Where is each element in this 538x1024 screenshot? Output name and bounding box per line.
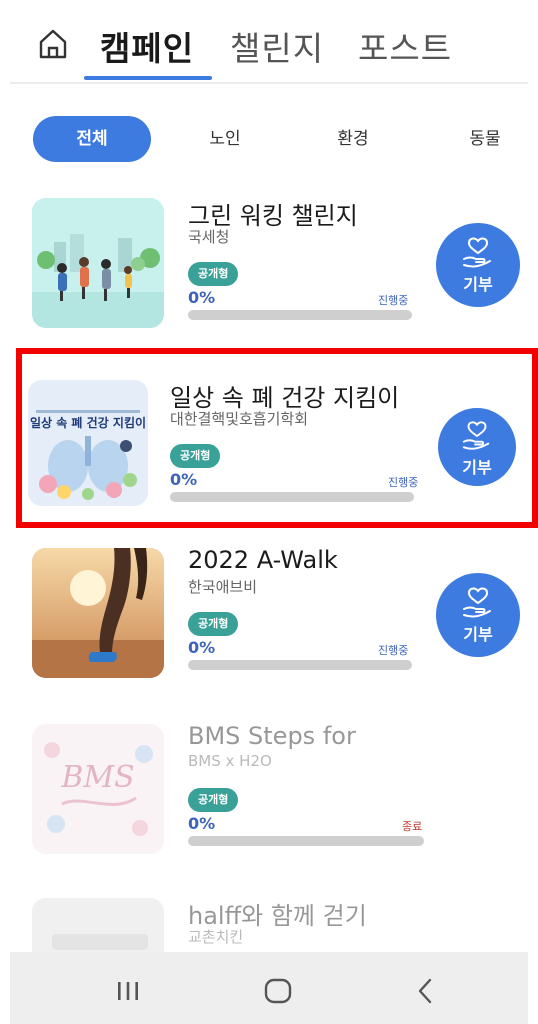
home-button-icon[interactable] <box>258 976 298 1006</box>
campaign-card-bms-steps[interactable]: BMS BMS Steps for BMS x H2O 공개형 0% 종료 <box>0 722 538 874</box>
active-tab-indicator <box>84 76 212 80</box>
campaign-organization: 교촌치킨 <box>188 928 244 946</box>
visibility-badge: 공개형 <box>188 788 239 812</box>
campaign-organization: 국세청 <box>188 228 230 246</box>
campaign-card-halff[interactable]: halff와 함께 걷기 교촌치킨 <box>0 898 538 952</box>
heart-hand-icon <box>463 587 491 618</box>
visibility-badge: 공개형 <box>188 262 239 286</box>
campaign-organization: 한국애브비 <box>188 578 258 596</box>
heart-hand-icon <box>463 237 491 268</box>
campaign-organization: BMS x H2O <box>188 752 272 770</box>
category-chip-environment[interactable]: 환경 <box>318 116 388 162</box>
campaign-title[interactable]: 2022 A-Walk <box>188 546 338 574</box>
donate-label: 기부 <box>463 625 493 644</box>
progress-bar <box>188 310 412 320</box>
campaign-card-green-walking[interactable]: 그린 워킹 챌린지 국세청 공개형 0% 진행중 기부 <box>0 198 538 348</box>
thumbnail-caption: BMS <box>61 760 135 795</box>
progress-bar <box>188 836 424 846</box>
donate-label: 기부 <box>463 275 493 294</box>
highlight-box <box>16 348 538 528</box>
top-header: 캠페인 챌린지 포스트 <box>0 0 538 84</box>
tab-campaign[interactable]: 캠페인 <box>100 22 194 70</box>
campaign-thumbnail <box>32 198 164 328</box>
campaign-card-a-walk[interactable]: 2022 A-Walk 한국애브비 공개형 0% 진행중 기부 <box>0 546 538 698</box>
campaign-title[interactable]: BMS Steps for <box>188 722 356 750</box>
donate-button[interactable]: 기부 <box>436 573 520 657</box>
recent-apps-icon[interactable] <box>108 976 148 1006</box>
campaign-status: 진행중 <box>378 644 409 657</box>
tab-post[interactable]: 포스트 <box>358 22 452 70</box>
system-navigation-bar <box>10 952 528 1024</box>
category-chip-elder[interactable]: 노인 <box>190 116 260 162</box>
progress-bar <box>188 660 412 670</box>
campaign-thumbnail: BMS <box>32 724 164 854</box>
header-divider <box>10 82 528 84</box>
progress-percent: 0% <box>188 288 216 307</box>
campaign-status: 종료 <box>402 820 423 833</box>
visibility-badge: 공개형 <box>188 612 239 636</box>
campaign-thumbnail <box>32 548 164 678</box>
tab-challenge[interactable]: 챌린지 <box>230 22 324 70</box>
category-chip-animal[interactable]: 동물 <box>450 116 520 162</box>
campaign-thumbnail <box>32 898 164 952</box>
progress-percent: 0% <box>188 638 216 657</box>
back-icon[interactable] <box>406 976 446 1006</box>
campaign-status: 진행중 <box>378 294 409 307</box>
category-chip-all[interactable]: 전체 <box>33 116 151 162</box>
home-icon[interactable] <box>38 28 68 60</box>
progress-percent: 0% <box>188 814 216 833</box>
donate-button[interactable]: 기부 <box>436 223 520 307</box>
